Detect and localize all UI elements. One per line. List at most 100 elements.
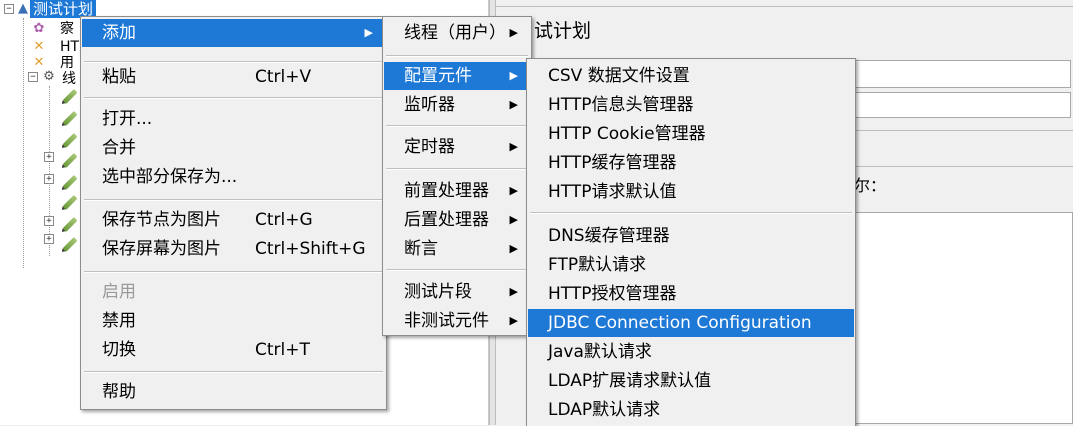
menu-item-label: Java默认请求 — [548, 342, 652, 362]
menu-item-config-element[interactable]: 配置元件 ▶ — [384, 62, 530, 90]
triangle-right-icon: ▶ — [509, 98, 518, 111]
triangle-right-icon: ▶ — [509, 140, 518, 153]
menu-item-assertion[interactable]: 断言 ▶ — [384, 235, 530, 263]
menu-separator — [386, 168, 528, 170]
menu-item-non-test-elements[interactable]: 非测试元件 ▶ — [384, 307, 530, 335]
pencil-icon — [62, 195, 78, 210]
menu-item-label: HTTP Cookie管理器 — [548, 124, 706, 144]
menu-item-timer[interactable]: 定时器 ▶ — [384, 133, 530, 161]
expand-icon[interactable]: − — [28, 72, 38, 82]
menu-item-jdbc-connection-configuration[interactable]: JDBC Connection Configuration — [528, 309, 854, 337]
menu-item-pre-processor[interactable]: 前置处理器 ▶ — [384, 177, 530, 205]
menu-item-label: 前置处理器 — [404, 181, 489, 201]
menu-item-threads[interactable]: 线程（用户） ▶ — [384, 19, 530, 47]
gear-icon: ✿ — [33, 21, 45, 36]
panel-title: 试计划 — [534, 20, 592, 42]
menu-separator — [386, 125, 528, 127]
menu-item-help[interactable]: 帮助 — [82, 378, 385, 406]
menu-item-label: 合并 — [102, 138, 136, 158]
menu-item-label: LDAP默认请求 — [548, 400, 661, 420]
expand-icon[interactable]: + — [44, 216, 54, 226]
menu-item-label: 选中部分保存为... — [102, 167, 238, 187]
name-field[interactable] — [854, 60, 1071, 88]
triangle-right-icon: ▶ — [509, 213, 518, 226]
menu-item-ftp-request-defaults[interactable]: FTP默认请求 — [528, 251, 854, 279]
pencil-icon — [62, 175, 78, 190]
pencil-icon — [62, 217, 78, 232]
triangle-right-icon: ▶ — [509, 184, 518, 197]
menu-item-label: DNS缓存管理器 — [548, 226, 670, 246]
shortcut-label: Ctrl+G — [255, 210, 313, 230]
menu-item-save-selection-as[interactable]: 选中部分保存为... — [82, 163, 385, 191]
shortcut-label: Ctrl+Shift+G — [255, 239, 366, 259]
tree-node-label[interactable]: 察 — [60, 20, 74, 38]
menu-item-label: 保存屏幕为图片 — [102, 239, 221, 259]
menu-item-http-cookie-manager[interactable]: HTTP Cookie管理器 — [528, 120, 854, 148]
menu-item-label: HTTP授权管理器 — [548, 284, 677, 304]
menu-item-label: 帮助 — [102, 382, 136, 402]
menu-item-label: 非测试元件 — [404, 311, 489, 331]
menu-item-http-cache-manager[interactable]: HTTP缓存管理器 — [528, 149, 854, 177]
menu-item-save-node-as-image[interactable]: 保存节点为图片 Ctrl+G — [82, 206, 385, 234]
expand-icon[interactable]: + — [44, 234, 54, 244]
field-label: 尔： — [854, 176, 887, 195]
menu-separator — [84, 271, 383, 273]
expand-icon[interactable]: + — [44, 152, 54, 162]
triangle-right-icon: ▶ — [509, 242, 518, 255]
http-tool-icon: ✕ — [33, 39, 45, 54]
menu-item-add[interactable]: 添加 ▶ — [82, 19, 385, 47]
divider — [854, 130, 1073, 131]
menu-item-label: 粘贴 — [102, 67, 136, 87]
menu-item-java-request-defaults[interactable]: Java默认请求 — [528, 338, 854, 366]
menu-item-label: LDAP扩展请求默认值 — [548, 371, 712, 391]
menu-item-post-processor[interactable]: 后置处理器 ▶ — [384, 206, 530, 234]
menu-item-http-auth-manager[interactable]: HTTP授权管理器 — [528, 280, 854, 308]
pencil-icon — [62, 111, 78, 126]
triangle-right-icon: ▶ — [509, 285, 518, 298]
menu-item-label: 定时器 — [404, 137, 455, 157]
triangle-right-icon: ▶ — [509, 26, 518, 39]
menu-item-csv-data-set[interactable]: CSV 数据文件设置 — [528, 62, 854, 90]
collapse-icon[interactable]: − — [4, 4, 14, 14]
menu-item-label: HTTP缓存管理器 — [548, 153, 677, 173]
menu-separator — [84, 97, 383, 99]
divider — [854, 166, 1073, 167]
menu-item-listener[interactable]: 监听器 ▶ — [384, 91, 530, 119]
test-plan-icon: ▲ — [18, 1, 28, 16]
triangle-right-icon: ▶ — [509, 69, 518, 82]
menu-item-http-request-defaults[interactable]: HTTP请求默认值 — [528, 178, 854, 206]
menu-item-toggle[interactable]: 切换 Ctrl+T — [82, 336, 385, 364]
triangle-right-icon: ▶ — [364, 26, 373, 39]
menu-item-enable: 启用 — [82, 278, 385, 306]
pencil-icon — [62, 153, 78, 168]
expand-icon[interactable]: + — [44, 174, 54, 184]
shortcut-label: Ctrl+T — [255, 340, 310, 360]
shortcut-label: Ctrl+V — [255, 67, 312, 87]
menu-item-ldap-request-defaults[interactable]: LDAP默认请求 — [528, 396, 854, 424]
menu-item-merge[interactable]: 合并 — [82, 134, 385, 162]
menu-item-label: CSV 数据文件设置 — [548, 66, 690, 86]
menu-item-label: 监听器 — [404, 95, 455, 115]
menu-item-label: 启用 — [102, 282, 136, 302]
user-variables-table[interactable] — [854, 212, 1073, 424]
menu-item-label: 保存节点为图片 — [102, 210, 221, 230]
menu-item-label: 添加 — [102, 23, 136, 43]
thread-group-gear-icon: ⚙ — [43, 69, 55, 84]
menu-item-save-screen-as-image[interactable]: 保存屏幕为图片 Ctrl+Shift+G — [82, 235, 385, 263]
user-vars-icon: ✕ — [33, 55, 45, 70]
add-submenu: 线程（用户） ▶ 配置元件 ▶ 监听器 ▶ 定时器 ▶ 前置处理器 ▶ 后置处理… — [382, 16, 532, 336]
comments-field[interactable] — [854, 92, 1071, 118]
tree-node-label[interactable]: 线 — [62, 70, 76, 88]
menu-item-http-header-manager[interactable]: HTTP信息头管理器 — [528, 91, 854, 119]
context-menu: 添加 ▶ 粘贴 Ctrl+V 打开... 合并 选中部分保存为... 保存节点为… — [80, 16, 387, 410]
menu-item-ldap-extended-request-defaults[interactable]: LDAP扩展请求默认值 — [528, 367, 854, 395]
menu-item-open[interactable]: 打开... — [82, 105, 385, 133]
menu-separator — [84, 371, 383, 373]
menu-item-disable[interactable]: 禁用 — [82, 307, 385, 335]
menu-item-paste[interactable]: 粘贴 Ctrl+V — [82, 63, 385, 91]
pencil-icon — [62, 237, 78, 252]
menu-item-label: FTP默认请求 — [548, 255, 647, 275]
triangle-right-icon: ▶ — [509, 314, 518, 327]
menu-item-test-fragment[interactable]: 测试片段 ▶ — [384, 278, 530, 306]
menu-item-dns-cache-manager[interactable]: DNS缓存管理器 — [528, 222, 854, 250]
